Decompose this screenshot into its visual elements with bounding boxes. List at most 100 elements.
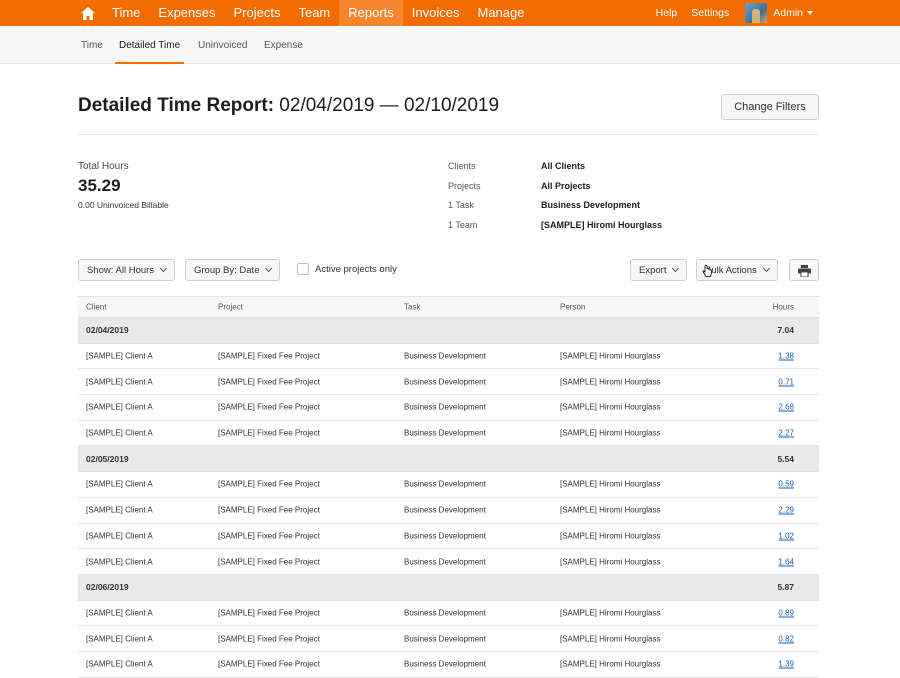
- table-body: 02/04/2019 7.04 [SAMPLE] Client A [SAMPLE] …: [78, 318, 819, 678]
- date-group-row: 02/04/2019 7.04: [78, 318, 819, 344]
- cell-project: [SAMPLE] Fixed Fee Project: [218, 402, 320, 412]
- hours-link[interactable]: 0.89: [778, 608, 794, 617]
- hours-link[interactable]: 1.02: [778, 531, 794, 540]
- filter-team-value: [SAMPLE] Hiromi Hourglass: [541, 220, 663, 230]
- nav-team[interactable]: Team: [289, 0, 339, 26]
- table-row: [SAMPLE] Client A [SAMPLE] Fixed Fee Proj…: [78, 472, 819, 498]
- hours-link[interactable]: 1.39: [778, 660, 794, 669]
- user-menu[interactable]: Admin: [773, 7, 803, 19]
- nav-help[interactable]: Help: [649, 7, 685, 19]
- filter-team-label: 1 Team: [448, 220, 478, 230]
- table-row: [SAMPLE] Client A [SAMPLE] Fixed Fee Proj…: [78, 626, 819, 652]
- sub-nav: Time Detailed Time Uninvoiced Expense: [0, 26, 900, 64]
- nav-invoices[interactable]: Invoices: [403, 0, 469, 26]
- subnav-time[interactable]: Time: [81, 26, 103, 64]
- date-group-row: 02/05/2019 5.54: [78, 446, 819, 473]
- active-projects-label[interactable]: Active projects only: [315, 264, 397, 275]
- hours-link[interactable]: 0.82: [778, 634, 794, 643]
- table-row: [SAMPLE] Client A [SAMPLE] Fixed Fee Proj…: [78, 549, 819, 575]
- cell-person: [SAMPLE] Hiromi Hourglass: [560, 428, 661, 438]
- table-row: [SAMPLE] Client A [SAMPLE] Fixed Fee Proj…: [78, 421, 819, 447]
- col-task[interactable]: Task: [404, 303, 420, 312]
- chevron-down-icon: [160, 264, 168, 273]
- avatar[interactable]: [745, 3, 768, 23]
- cell-project: [SAMPLE] Fixed Fee Project: [218, 608, 320, 618]
- subnav-detailed-time[interactable]: Detailed Time: [114, 26, 185, 64]
- cell-client: [SAMPLE] Client A: [86, 634, 153, 644]
- hours-link[interactable]: 2.68: [778, 403, 794, 412]
- cell-client: [SAMPLE] Client A: [86, 351, 153, 361]
- nav-expenses[interactable]: Expenses: [149, 0, 224, 26]
- cell-task: Business Development: [404, 557, 486, 567]
- group-by-label: Group By: Date: [194, 264, 260, 276]
- nav-reports[interactable]: Reports: [339, 0, 403, 26]
- cell-project: [SAMPLE] Fixed Fee Project: [218, 428, 320, 438]
- total-hours-value: 35.29: [78, 176, 121, 195]
- nav-projects[interactable]: Projects: [225, 0, 290, 26]
- nav-manage[interactable]: Manage: [469, 0, 534, 26]
- cell-task: Business Development: [404, 377, 486, 387]
- export-dropdown[interactable]: Export: [630, 259, 688, 281]
- table-row: [SAMPLE] Client A [SAMPLE] Fixed Fee Proj…: [78, 395, 819, 421]
- cell-project: [SAMPLE] Fixed Fee Project: [218, 479, 320, 489]
- group-date: 02/04/2019: [86, 325, 129, 336]
- table-row: [SAMPLE] Client A [SAMPLE] Fixed Fee Proj…: [78, 601, 819, 627]
- group-total: 5.87: [777, 582, 794, 593]
- active-projects-checkbox[interactable]: [297, 263, 309, 275]
- col-person[interactable]: Person: [560, 303, 585, 312]
- col-hours[interactable]: Hours: [773, 303, 794, 312]
- uninvoiced-billable: 0.00 Uninvoiced Billable: [78, 200, 169, 210]
- title-label: Detailed Time Report:: [78, 95, 275, 116]
- cell-project: [SAMPLE] Fixed Fee Project: [218, 557, 320, 567]
- hours-link[interactable]: 1.64: [778, 557, 794, 566]
- col-project[interactable]: Project: [218, 303, 243, 312]
- cell-task: Business Development: [404, 505, 486, 515]
- col-client[interactable]: Client: [86, 303, 106, 312]
- show-hours-dropdown[interactable]: Show: All Hours: [78, 259, 176, 281]
- group-date: 02/05/2019: [86, 453, 129, 464]
- group-by-dropdown[interactable]: Group By: Date: [185, 259, 281, 281]
- nav-settings[interactable]: Settings: [684, 7, 736, 19]
- print-icon: [798, 265, 811, 277]
- cell-task: Business Development: [404, 659, 486, 669]
- chevron-down-icon: [762, 264, 770, 273]
- subnav-expense[interactable]: Expense: [264, 26, 303, 64]
- cell-task: Business Development: [404, 402, 486, 412]
- cell-person: [SAMPLE] Hiromi Hourglass: [560, 557, 661, 567]
- cell-person: [SAMPLE] Hiromi Hourglass: [560, 479, 661, 489]
- cell-person: [SAMPLE] Hiromi Hourglass: [560, 377, 661, 387]
- cell-project: [SAMPLE] Fixed Fee Project: [218, 634, 320, 644]
- change-filters-button[interactable]: Change Filters: [721, 94, 819, 120]
- cell-client: [SAMPLE] Client A: [86, 531, 153, 541]
- table-row: [SAMPLE] Client A [SAMPLE] Fixed Fee Proj…: [78, 344, 819, 370]
- cell-client: [SAMPLE] Client A: [86, 505, 153, 515]
- report-table: Client Project Task Person Hours 02/04/2…: [78, 296, 819, 678]
- home-icon[interactable]: [73, 0, 103, 26]
- hours-link[interactable]: 0.59: [778, 480, 794, 489]
- print-button[interactable]: [789, 259, 819, 281]
- filter-task-value: Business Development: [541, 200, 641, 210]
- divider: [78, 134, 819, 135]
- cell-project: [SAMPLE] Fixed Fee Project: [218, 351, 320, 361]
- show-hours-label: Show: All Hours: [87, 264, 155, 276]
- hours-link[interactable]: 2.27: [778, 429, 794, 438]
- hours-link[interactable]: 0.71: [778, 377, 794, 386]
- cell-client: [SAMPLE] Client A: [86, 608, 153, 618]
- title-date-range: 02/04/2019 — 02/10/2019: [274, 95, 500, 116]
- subnav-uninvoiced[interactable]: Uninvoiced: [198, 26, 247, 64]
- cell-person: [SAMPLE] Hiromi Hourglass: [560, 402, 661, 412]
- bulk-actions-label: Bulk Actions: [705, 264, 757, 276]
- nav-time[interactable]: Time: [103, 0, 149, 26]
- cell-client: [SAMPLE] Client A: [86, 479, 153, 489]
- filter-task-label: 1 Task: [448, 200, 474, 210]
- group-total: 7.04: [777, 325, 794, 336]
- cell-person: [SAMPLE] Hiromi Hourglass: [560, 608, 661, 618]
- filter-clients-label: Clients: [448, 161, 476, 171]
- chevron-down-icon: [265, 264, 273, 273]
- hand-cursor-icon: [702, 265, 712, 277]
- hours-link[interactable]: 2.29: [778, 506, 794, 515]
- chevron-down-icon[interactable]: [807, 11, 813, 15]
- group-date: 02/06/2019: [86, 582, 129, 593]
- hours-link[interactable]: 1.38: [778, 352, 794, 361]
- cell-task: Business Development: [404, 479, 486, 489]
